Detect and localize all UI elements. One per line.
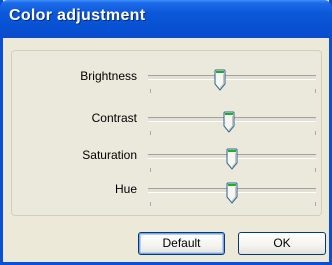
- contrast-row: Contrast: [12, 111, 323, 141]
- saturation-slider-thumb[interactable]: [226, 148, 238, 170]
- contrast-slider-thumb[interactable]: [223, 111, 235, 133]
- brightness-label: Brightness: [80, 69, 137, 83]
- slider-tick: [315, 202, 316, 206]
- slider-tick: [315, 131, 316, 135]
- slider-tick: [150, 89, 151, 93]
- slider-tick: [315, 168, 316, 172]
- slider-tick: [150, 168, 151, 172]
- ok-button[interactable]: OK: [238, 232, 326, 255]
- saturation-slider[interactable]: [148, 148, 318, 176]
- default-button[interactable]: Default: [138, 232, 225, 255]
- hue-slider[interactable]: [148, 182, 318, 210]
- adjustment-group: Brightness Contrast Saturation Hue: [11, 50, 322, 216]
- saturation-row: Saturation: [12, 148, 323, 178]
- title-bar[interactable]: Color adjustment: [0, 0, 332, 38]
- slider-tick: [150, 202, 151, 206]
- slider-track: [148, 75, 316, 80]
- brightness-slider-thumb[interactable]: [214, 69, 226, 91]
- brightness-slider[interactable]: [148, 69, 318, 97]
- window-title: Color adjustment: [9, 7, 146, 24]
- color-adjustment-dialog: Color adjustment Brightness Contrast Sat…: [0, 0, 332, 265]
- slider-tick: [150, 131, 151, 135]
- hue-slider-thumb[interactable]: [226, 182, 238, 204]
- contrast-slider[interactable]: [148, 111, 318, 139]
- brightness-row: Brightness: [12, 69, 323, 99]
- hue-label: Hue: [114, 182, 137, 196]
- saturation-label: Saturation: [82, 148, 137, 162]
- slider-tick: [315, 89, 316, 93]
- hue-row: Hue: [12, 182, 323, 212]
- contrast-label: Contrast: [91, 111, 137, 125]
